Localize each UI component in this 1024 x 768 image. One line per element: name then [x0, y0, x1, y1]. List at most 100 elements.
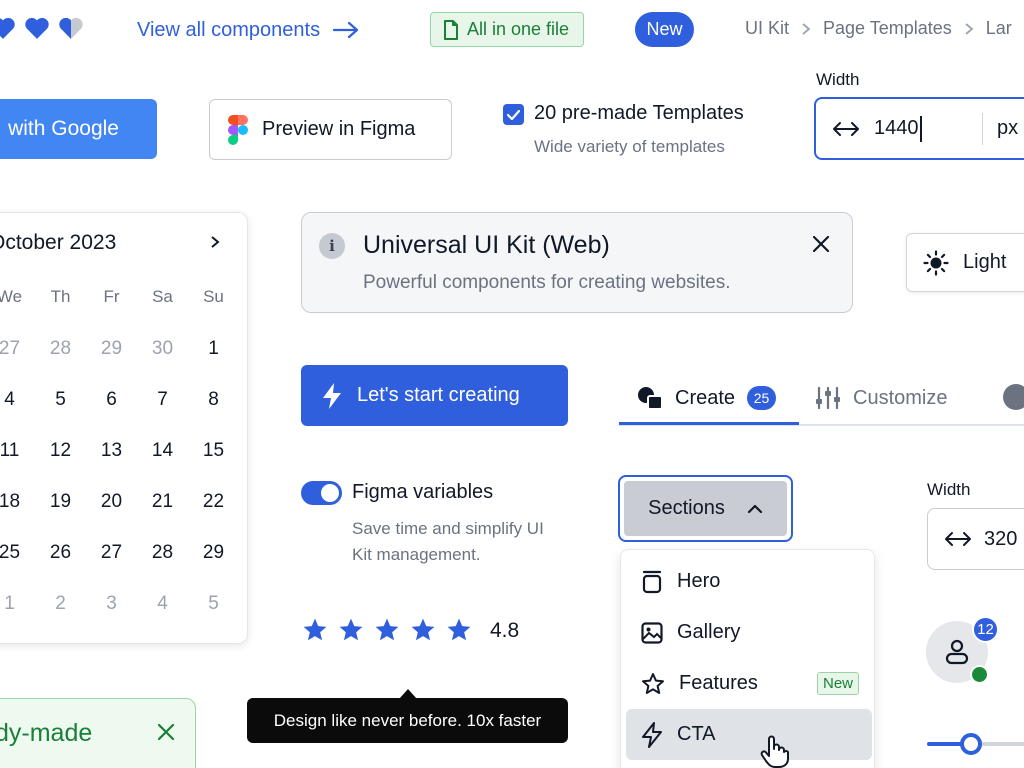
calendar-day[interactable]: 25 — [0, 527, 35, 578]
calendar-day[interactable]: 5 — [188, 578, 239, 629]
alert-title: Universal UI Kit (Web) — [363, 231, 610, 259]
view-all-label: View all components — [137, 18, 321, 41]
ready-made-chip: dy-made — [0, 698, 196, 768]
tab-create[interactable]: Create 25 — [637, 372, 777, 424]
new-pill[interactable]: New — [635, 12, 694, 47]
close-alert-button[interactable] — [812, 235, 830, 253]
alert-subtitle: Powerful components for creating website… — [363, 272, 731, 293]
dismiss-button[interactable] — [157, 723, 175, 741]
breadcrumb-item[interactable]: UI Kit — [745, 18, 789, 39]
theme-toggle-button[interactable]: Light — [906, 233, 1024, 292]
calendar-day[interactable]: 30 — [137, 323, 188, 374]
calendar-day[interactable]: 6 — [86, 374, 137, 425]
calendar-day[interactable]: 5 — [35, 374, 86, 425]
play-icon[interactable] — [1003, 384, 1024, 410]
sections-label: Sections — [648, 497, 725, 519]
sections-menu: Hero Gallery Features New CTA — [620, 549, 875, 768]
view-all-link[interactable]: View all components — [137, 16, 360, 44]
tab-count-badge: 25 — [747, 386, 777, 410]
figma-logo-icon — [228, 114, 248, 145]
lightning-icon — [642, 721, 662, 748]
breadcrumb-item[interactable]: Page Templates — [823, 18, 952, 39]
sections-dropdown-button[interactable]: Sections — [618, 475, 793, 542]
star-icon[interactable] — [410, 617, 436, 643]
user-icon — [945, 639, 969, 665]
calendar-day[interactable]: 26 — [35, 527, 86, 578]
slider-handle[interactable] — [960, 733, 982, 755]
next-month-button[interactable] — [210, 235, 220, 249]
info-alert: i Universal UI Kit (Web) Powerful compon… — [301, 212, 853, 313]
star-rating — [302, 617, 472, 643]
hearts-rating — [0, 16, 84, 40]
calendar-day[interactable]: 22 — [188, 476, 239, 527]
tab-customize-label: Customize — [853, 386, 948, 409]
width-value: 1440 — [874, 117, 919, 139]
google-signin-button[interactable]: with Google — [0, 99, 157, 159]
calendar-day[interactable]: 15 — [188, 425, 239, 476]
preview-in-figma-button[interactable]: Preview in Figma — [209, 99, 452, 160]
star-icon[interactable] — [374, 617, 400, 643]
tab-customize[interactable]: Customize — [815, 372, 947, 424]
calendar-day[interactable]: 2 — [35, 578, 86, 629]
menu-item-label: Features — [679, 672, 758, 694]
calendar-day[interactable]: 13 — [86, 425, 137, 476]
rating-value: 4.8 — [490, 619, 520, 642]
calendar-month: October 2023 — [0, 231, 117, 254]
templates-subtitle: Wide variety of templates — [534, 137, 725, 156]
calendar-day[interactable]: 14 — [137, 425, 188, 476]
menu-item-features[interactable]: Features New — [626, 658, 872, 709]
calendar-day[interactable]: 18 — [0, 476, 35, 527]
calendar-day[interactable]: 8 — [188, 374, 239, 425]
templates-title: 20 pre-made Templates — [534, 102, 744, 124]
width-input-2[interactable]: 320 — [927, 508, 1024, 570]
menu-item-gallery[interactable]: Gallery — [626, 607, 872, 658]
weekday-label: We — [0, 287, 23, 306]
calendar-day[interactable]: 29 — [86, 323, 137, 374]
calendar-day[interactable]: 1 — [0, 578, 35, 629]
lightning-icon — [323, 382, 341, 409]
calendar-day[interactable]: 21 — [137, 476, 188, 527]
templates-checkbox[interactable] — [503, 104, 524, 125]
width-unit[interactable]: px — [997, 117, 1018, 140]
star-icon[interactable] — [338, 617, 364, 643]
start-creating-button[interactable]: Let's start creating — [301, 365, 568, 426]
menu-item-cta[interactable]: CTA — [626, 709, 872, 760]
calendar-day[interactable]: 1 — [188, 323, 239, 374]
all-in-one-label: All in one file — [467, 19, 570, 39]
calendar-day[interactable]: 20 — [86, 476, 137, 527]
sun-icon — [923, 249, 949, 276]
figma-variables-toggle[interactable] — [301, 481, 342, 505]
half-heart-icon — [59, 17, 83, 39]
width-input[interactable]: 1440 px — [814, 97, 1024, 160]
calendar-day[interactable]: 27 — [86, 527, 137, 578]
weekday-label: Su — [203, 287, 224, 306]
menu-item-label: Hero — [677, 570, 721, 592]
calendar-day[interactable]: 28 — [137, 527, 188, 578]
calendar-day[interactable]: 11 — [0, 425, 35, 476]
sections-button-inner: Sections — [624, 481, 787, 536]
theme-label: Light — [963, 251, 1007, 273]
calendar-day[interactable]: 3 — [86, 578, 137, 629]
calendar-day[interactable]: 4 — [0, 374, 35, 425]
menu-item-label: Gallery — [677, 621, 741, 643]
all-in-one-file-badge[interactable]: All in one file — [430, 12, 584, 47]
calendar-day[interactable]: 12 — [35, 425, 86, 476]
calendar-day[interactable]: 19 — [35, 476, 86, 527]
heart-icon — [25, 17, 49, 39]
tab-create-label: Create — [675, 386, 736, 409]
calendar-day[interactable]: 7 — [137, 374, 188, 425]
calendar-day[interactable]: 29 — [188, 527, 239, 578]
calendar-day[interactable]: 4 — [137, 578, 188, 629]
weekday-label: Th — [50, 287, 71, 306]
figma-button-label: Preview in Figma — [262, 118, 416, 140]
calendar-day[interactable]: 28 — [35, 323, 86, 374]
arrow-right-icon — [332, 21, 359, 39]
calendar-day[interactable]: 27 — [0, 323, 35, 374]
breadcrumb-item[interactable]: Lar — [986, 18, 1012, 39]
menu-item-hero[interactable]: Hero — [626, 556, 872, 607]
info-icon: i — [319, 233, 345, 259]
star-icon[interactable] — [302, 617, 328, 643]
chevron-right-icon — [965, 22, 974, 35]
chevron-up-icon — [747, 504, 762, 513]
star-icon[interactable] — [446, 617, 472, 643]
